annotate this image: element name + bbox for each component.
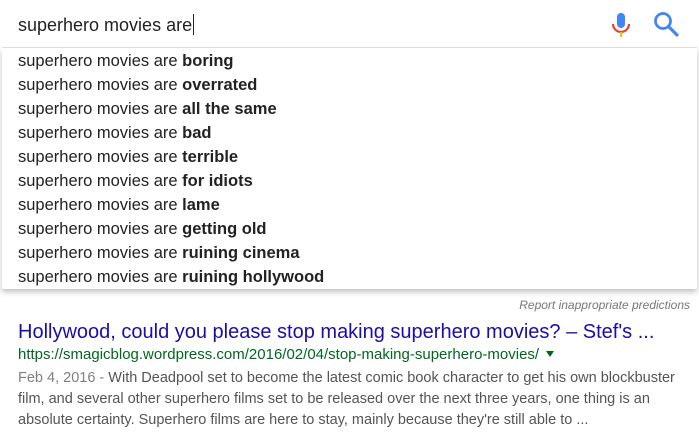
result-snippet-text: With Deadpool set to become the latest c…: [18, 370, 675, 428]
suggestion-prefix: superhero movies are: [18, 52, 183, 70]
suggestion-item[interactable]: superhero movies are all the same: [2, 97, 697, 121]
suggestion-prefix: superhero movies are: [18, 148, 183, 166]
suggestion-completion: all the same: [182, 100, 277, 118]
result-url: https://smagicblog.wordpress.com/2016/02…: [18, 345, 555, 365]
suggestion-completion: ruining cinema: [182, 244, 300, 262]
suggestion-completion: bad: [182, 124, 212, 142]
suggestion-item[interactable]: superhero movies are terrible: [2, 145, 697, 169]
suggestion-prefix: superhero movies are: [18, 220, 183, 238]
suggestion-prefix: superhero movies are: [18, 268, 183, 286]
suggestion-item[interactable]: superhero movies are ruining hollywood: [2, 265, 697, 289]
suggestion-item[interactable]: superhero movies are boring: [2, 49, 697, 73]
report-predictions-link[interactable]: Report inappropriate predictions: [519, 298, 690, 312]
autocomplete-suggestions: superhero movies are boring superhero mov…: [2, 48, 697, 289]
result-date: Feb 4, 2016 -: [18, 370, 109, 386]
suggestion-prefix: superhero movies are: [18, 76, 183, 94]
suggestion-prefix: superhero movies are: [18, 244, 183, 262]
suggestion-completion: getting old: [182, 220, 267, 238]
result-url-text: https://smagicblog.wordpress.com/2016/02…: [18, 346, 540, 363]
search-query-text: superhero movies are: [18, 15, 193, 35]
suggestion-completion: for idiots: [182, 172, 253, 190]
suggestion-completion: overrated: [182, 76, 258, 94]
search-box[interactable]: superhero movies are: [2, 0, 697, 48]
suggestion-item[interactable]: superhero movies are lame: [2, 193, 697, 217]
suggestion-completion: terrible: [182, 148, 239, 166]
search-input[interactable]: superhero movies are: [18, 13, 195, 37]
suggestion-completion: ruining hollywood: [182, 268, 325, 286]
suggestion-item[interactable]: superhero movies are bad: [2, 121, 697, 145]
result-title-link[interactable]: Hollywood, could you please stop making …: [18, 318, 654, 346]
suggestion-completion: boring: [182, 52, 234, 70]
suggestion-prefix: superhero movies are: [18, 172, 183, 190]
microphone-icon[interactable]: [608, 11, 634, 39]
page: superhero movies are superhero movies ar…: [0, 0, 699, 446]
result-snippet: Feb 4, 2016 - With Deadpool set to becom…: [18, 368, 690, 431]
suggestion-prefix: superhero movies are: [18, 196, 183, 214]
chevron-down-icon[interactable]: [546, 351, 555, 357]
suggestion-item[interactable]: superhero movies are ruining cinema: [2, 241, 697, 265]
suggestion-completion: lame: [182, 196, 220, 214]
search-icon[interactable]: [652, 10, 680, 38]
suggestion-item[interactable]: superhero movies are getting old: [2, 217, 697, 241]
suggestion-item[interactable]: superhero movies are overrated: [2, 73, 697, 97]
suggestion-item[interactable]: superhero movies are for idiots: [2, 169, 697, 193]
suggestion-prefix: superhero movies are: [18, 124, 183, 142]
suggestion-prefix: superhero movies are: [18, 100, 183, 118]
text-caret: [193, 14, 195, 35]
